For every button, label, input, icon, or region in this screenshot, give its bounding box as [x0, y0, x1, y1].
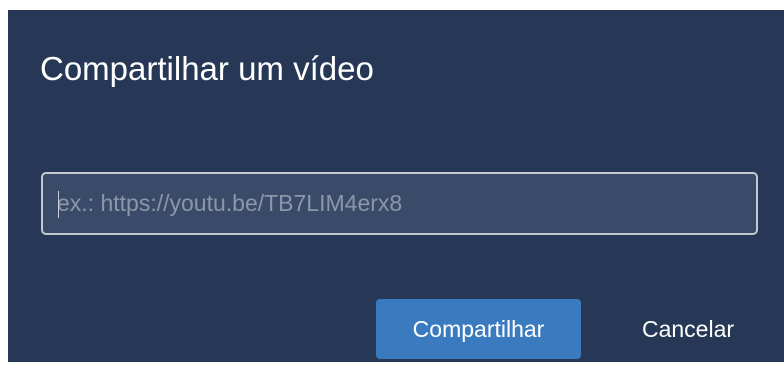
- video-url-input[interactable]: [41, 172, 758, 235]
- share-button[interactable]: Compartilhar: [376, 299, 581, 359]
- text-cursor: [58, 191, 59, 218]
- cancel-button[interactable]: Cancelar: [608, 299, 768, 359]
- share-video-dialog: Compartilhar um vídeo Compartilhar Cance…: [8, 10, 784, 362]
- dialog-title: Compartilhar um vídeo: [40, 50, 374, 87]
